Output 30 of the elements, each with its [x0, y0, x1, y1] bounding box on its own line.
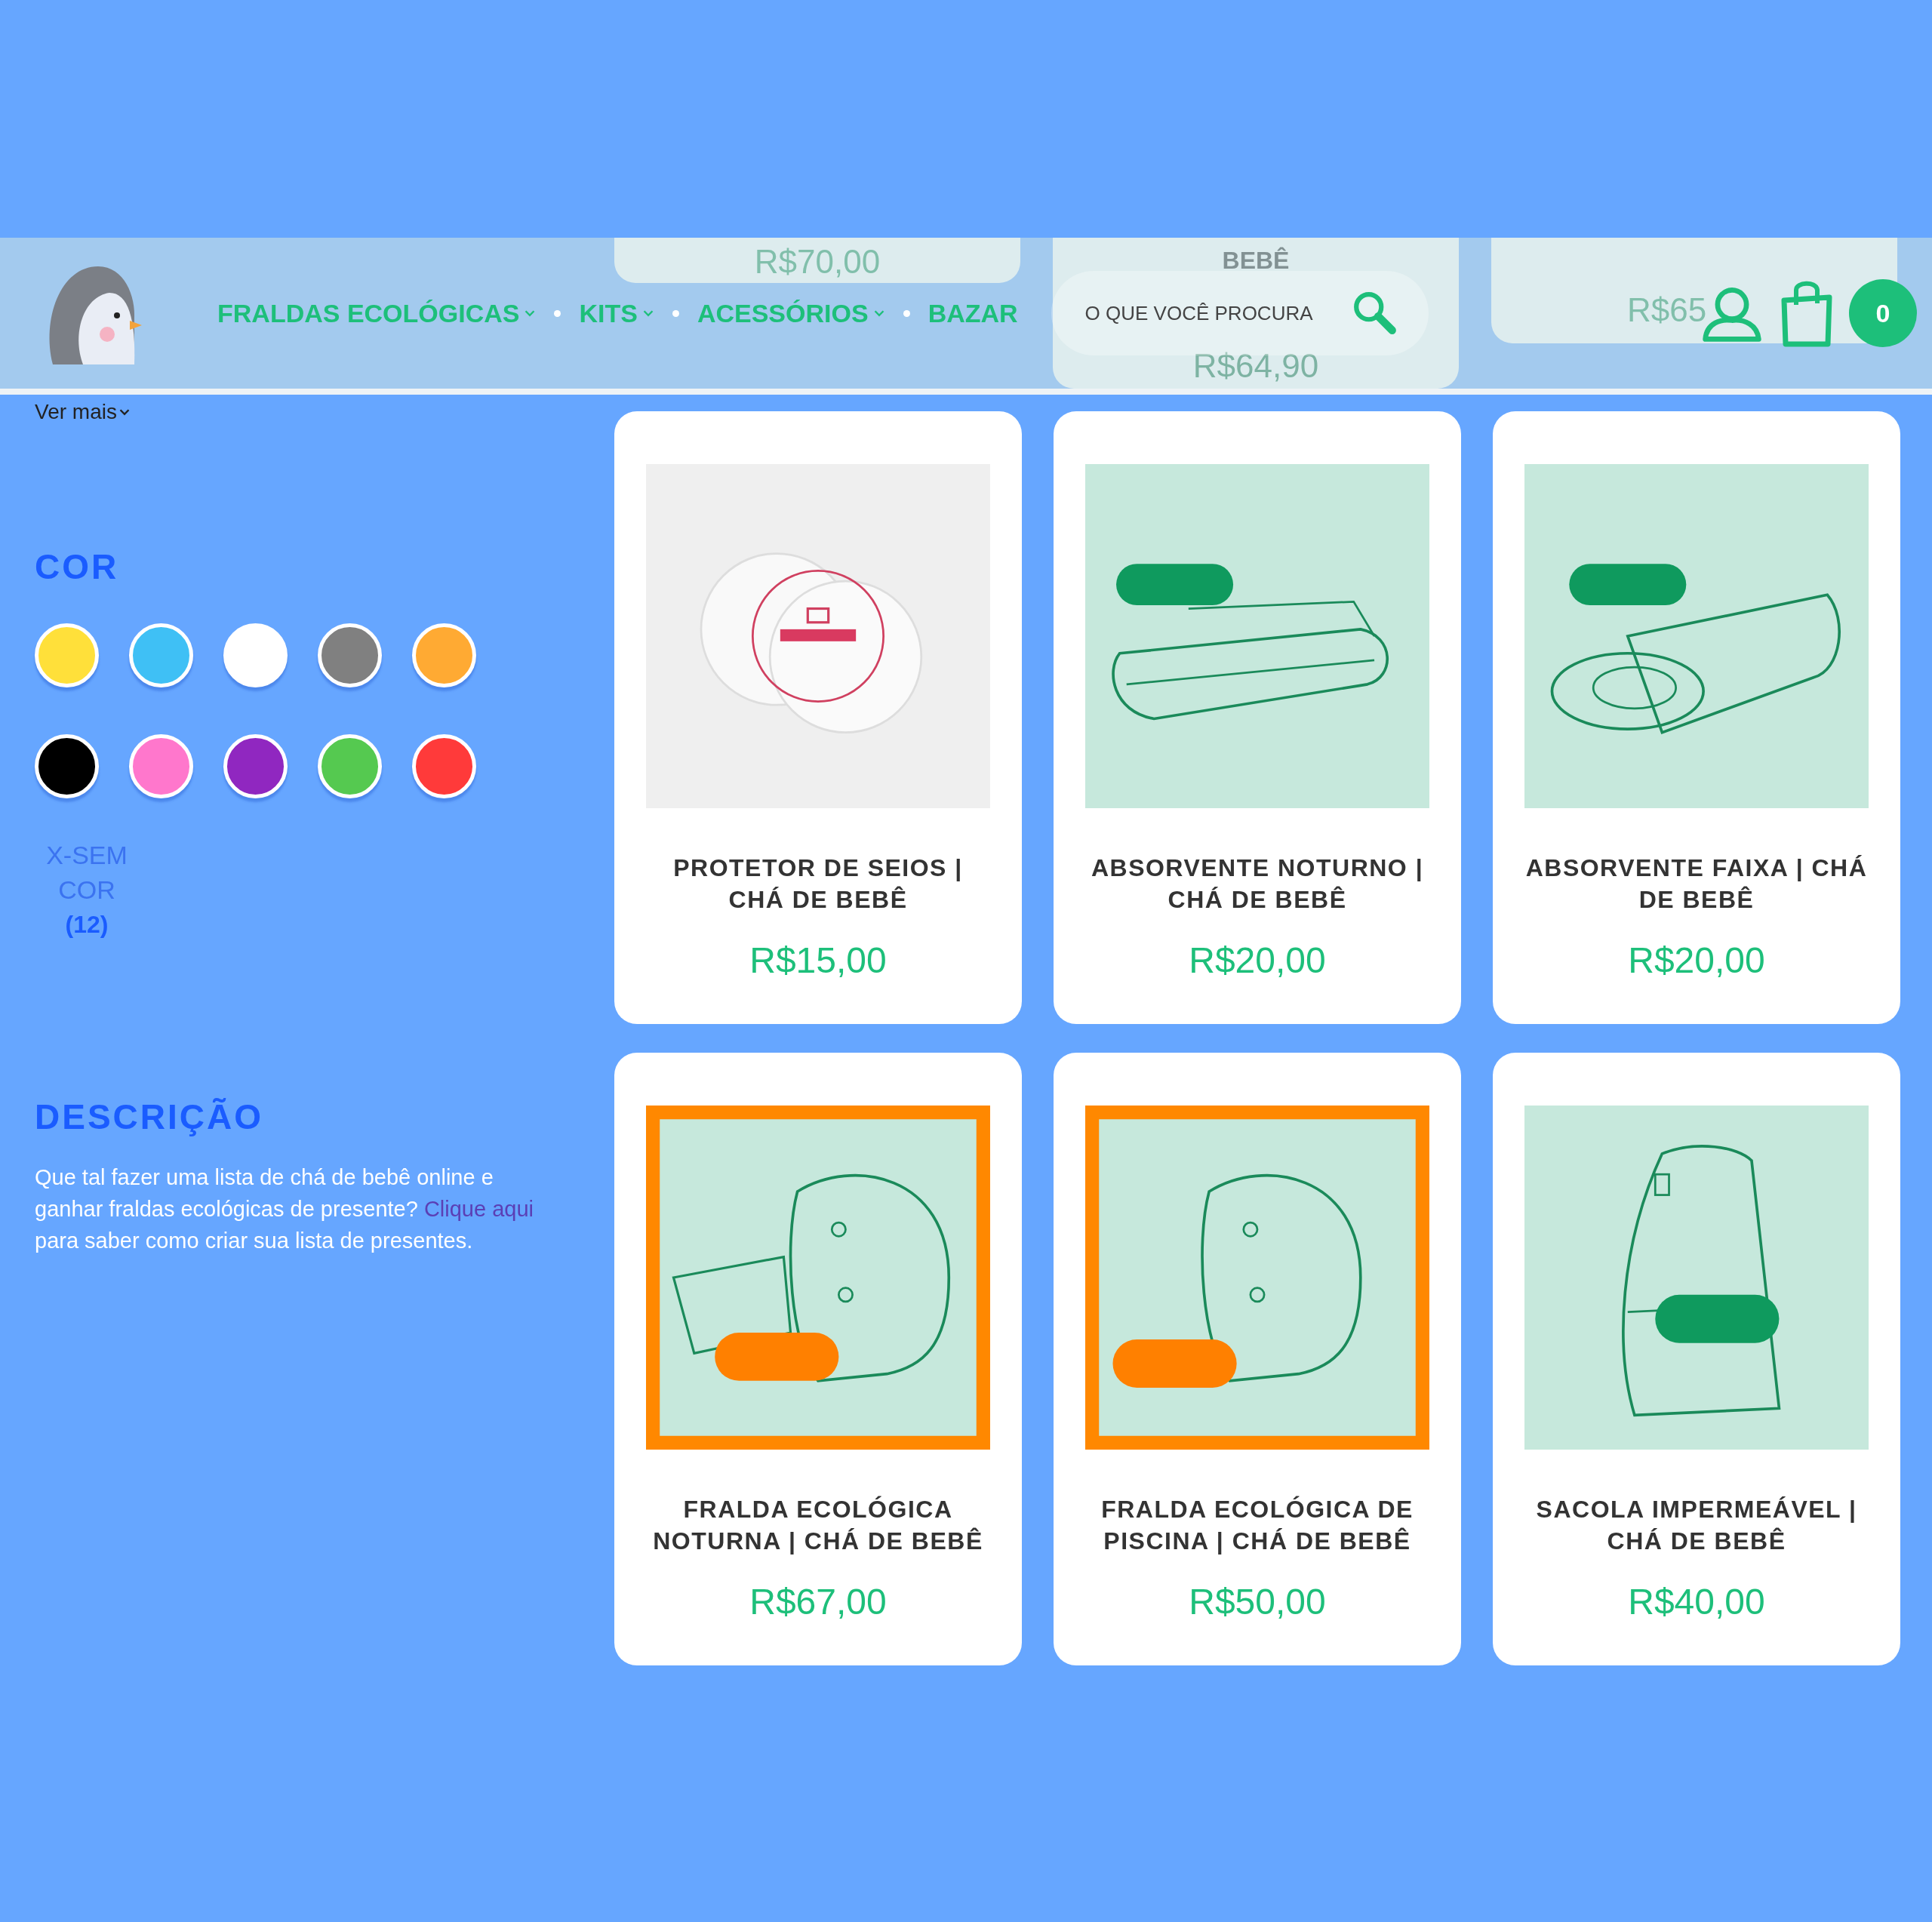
- product-card[interactable]: PROTETOR DE SEIOS | CHÁ DE BEBÊ R$15,00: [614, 411, 1022, 1024]
- product-title[interactable]: ABSORVENTE NOTURNO | CHÁ DE BEBÊ: [1084, 852, 1430, 915]
- product-card[interactable]: SACOLA IMPERMEÁVEL | CHÁ DE BEBÊ R$40,00: [1493, 1053, 1900, 1665]
- filter-count: (12): [64, 910, 109, 939]
- product-card[interactable]: FRALDA ECOLÓGICA DE PISCINA | CHÁ DE BEBÊ R$50,00: [1054, 1053, 1461, 1665]
- separator-dot: [554, 309, 561, 317]
- product-card[interactable]: ABSORVENTE FAIXA | CHÁ DE BEBÊ R$20,00: [1493, 411, 1900, 1024]
- product-price: R$70,00: [754, 243, 881, 280]
- cart-count: 0: [1849, 279, 1917, 347]
- see-more-link[interactable]: Ver mais: [35, 396, 131, 428]
- product-price: R$20,00: [1189, 939, 1326, 982]
- product-title[interactable]: PROTETOR DE SEIOS | CHÁ DE BEBÊ: [645, 852, 991, 915]
- section-heading: DESCRIÇÃO: [35, 1096, 265, 1138]
- separator-dot: [903, 309, 910, 317]
- product-title[interactable]: SACOLA IMPERMEÁVEL | CHÁ DE BEBÊ: [1524, 1493, 1869, 1557]
- product-title[interactable]: FRALDA ECOLÓGICA DE PISCINA | CHÁ DE BEBÊ: [1084, 1493, 1430, 1557]
- filter-heading: COR: [35, 546, 120, 588]
- product-card[interactable]: FRALDA ECOLÓGICA NOTURNA | CHÁ DE BEBÊ R$67,00: [614, 1053, 1022, 1665]
- chevron-icon: [118, 407, 131, 417]
- description-text: Que tal fazer uma lista de chá de bebê online e ganhar fraldas ecológicas de presente? Clique aqui para saber como criar sua lista de presentes.: [35, 1164, 534, 1254]
- product-title[interactable]: FRALDA ECOLÓGICA NOTURNA | CHÁ DE BEBÊ: [645, 1493, 991, 1557]
- product-price: R$67,00: [749, 1581, 887, 1623]
- product-price: R$40,00: [1628, 1581, 1765, 1623]
- separator-dot: [672, 309, 679, 317]
- product-price: R$20,00: [1628, 939, 1765, 982]
- product-card[interactable]: ABSORVENTE NOTURNO | CHÁ DE BEBÊ R$20,00: [1054, 411, 1461, 1024]
- product-title[interactable]: ABSORVENTE FAIXA | CHÁ DE BEBÊ: [1524, 852, 1869, 915]
- product-price: R$15,00: [749, 939, 887, 982]
- product-price: R$65: [1627, 291, 1707, 328]
- product-price: R$50,00: [1189, 1581, 1326, 1623]
